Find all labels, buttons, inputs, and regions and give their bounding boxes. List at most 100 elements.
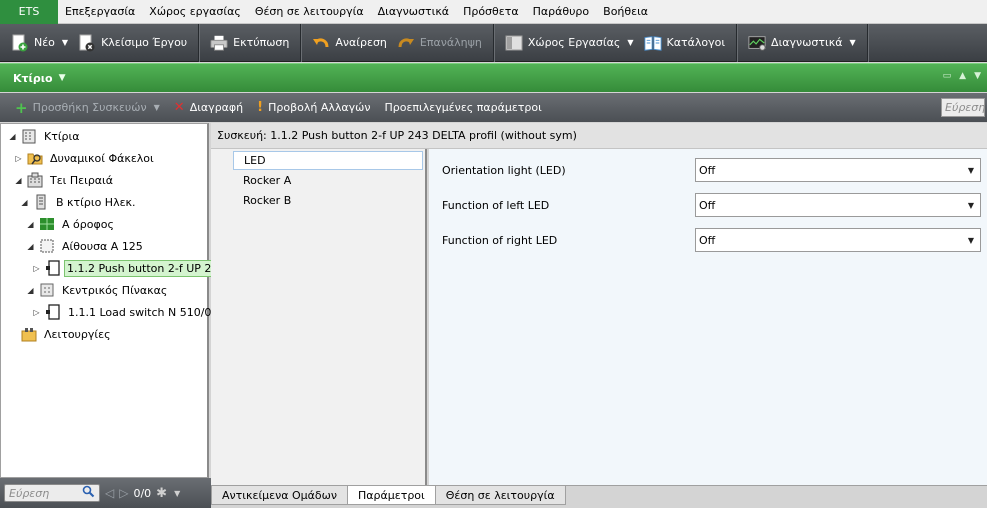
tree-item-label: 1.1.2 Push button 2-f UP 2... <box>64 259 225 277</box>
new-label: Νέο <box>34 36 55 49</box>
tree-item-device-1-1-2[interactable]: ▷ 1.1.2 Push button 2-f UP 2... <box>31 258 225 278</box>
expand-icon[interactable]: ▷ <box>13 154 24 163</box>
tab-parameters[interactable]: Παράμετροι <box>347 486 436 505</box>
workspace-button[interactable]: Χώρος Εργασίας ▼ <box>500 34 639 52</box>
tree-item-floor-a[interactable]: ◢ Α όροφος <box>25 214 118 234</box>
add-devices-button[interactable]: + Προσθήκη Συσκευών ▼ <box>10 99 165 117</box>
collapse-icon[interactable]: ◢ <box>19 198 30 207</box>
tree-item-device-1-1-1[interactable]: ▷ 1.1.1 Load switch N 510/02 <box>31 302 222 322</box>
panel-toolbar: + Προσθήκη Συσκευών ▼ ✕ Διαγραφή ! Προβο… <box>0 93 987 122</box>
collapse-icon[interactable]: ◢ <box>25 242 36 251</box>
undo-button[interactable]: Αναίρεση <box>307 34 392 52</box>
delete-label: Διαγραφή <box>189 101 244 114</box>
chevron-down-icon[interactable]: ▼ <box>59 73 66 83</box>
room-icon <box>39 238 55 254</box>
tree-item-main-panel[interactable]: ◢ Κεντρικός Πίνακας <box>25 280 171 300</box>
collapse-icon[interactable]: ◢ <box>25 286 36 295</box>
gear-icon[interactable]: ✱ <box>156 486 167 501</box>
search-result-count: 0/0 <box>133 486 152 500</box>
print-label: Εκτύπωση <box>233 36 290 49</box>
tree-item-label: Α όροφος <box>62 217 114 231</box>
toolbar-group-history: Αναίρεση Επανάληψη <box>301 23 494 62</box>
parameter-content: Orientation light (LED) Off ▼ Function o… <box>429 149 987 485</box>
toolbar-group-print: Εκτύπωση <box>199 23 302 62</box>
param-row-right-led: Function of right LED Off ▼ <box>442 228 981 252</box>
panel-search-input[interactable]: Εύρεση <box>941 98 985 117</box>
previous-result-icon[interactable]: ◁ <box>105 486 114 500</box>
chevron-down-icon[interactable]: ▼ <box>62 38 68 47</box>
delete-icon: ✕ <box>173 100 185 115</box>
toolbar-group-workspace: Χώρος Εργασίας ▼ Κατάλογοι <box>494 23 738 62</box>
collapse-icon[interactable]: ◢ <box>25 220 36 229</box>
chevron-down-icon[interactable]: ▼ <box>154 103 160 112</box>
catalogs-label: Κατάλογοι <box>666 36 726 49</box>
maximize-up-icon[interactable]: ▲ <box>959 71 966 81</box>
printer-icon <box>210 34 228 52</box>
tree-item-dynamic-folders[interactable]: ▷ Δυναμικοί Φάκελοι <box>13 148 158 168</box>
collapse-icon[interactable]: ◢ <box>13 176 24 185</box>
tab-commissioning[interactable]: Θέση σε λειτουργία <box>434 486 566 505</box>
param-label: Function of left LED <box>442 198 550 212</box>
restore-icon[interactable]: ▭ <box>943 71 952 81</box>
redo-button[interactable]: Επανάληψη <box>392 34 487 52</box>
menu-extras[interactable]: Πρόσθετα <box>456 0 526 24</box>
menu-diagnostics[interactable]: Διαγνωστικά <box>371 0 456 24</box>
workspace-icon <box>505 34 523 52</box>
chevron-down-icon[interactable]: ▼ <box>627 38 633 47</box>
menu-help[interactable]: Βοήθεια <box>596 0 655 24</box>
search-icon[interactable] <box>82 485 95 501</box>
panel-title[interactable]: Κτίριο <box>13 72 53 85</box>
tree-item-label: Κτίρια <box>44 129 80 143</box>
panel-window-controls: ▭ ▲ ▼ <box>943 71 981 81</box>
tree-item-tei-piraeus[interactable]: ◢ Τει Πειραιά <box>13 170 117 190</box>
redo-icon <box>397 34 415 52</box>
tab-group-objects[interactable]: Αντικείμενα Ομάδων <box>211 486 348 505</box>
building-panel-header: Κτίριο ▼ ▭ ▲ ▼ <box>0 63 987 92</box>
new-document-icon <box>11 34 29 52</box>
next-result-icon[interactable]: ▷ <box>119 486 128 500</box>
param-row-left-led: Function of left LED Off ▼ <box>442 193 981 217</box>
diagnostics-button[interactable]: Διαγνωστικά ▼ <box>743 34 861 52</box>
expand-icon[interactable]: ▷ <box>31 308 42 317</box>
param-group-rocker-a[interactable]: Rocker A <box>233 171 423 190</box>
tree-item-label: Τει Πειραιά <box>50 173 114 187</box>
param-group-led[interactable]: LED <box>233 151 423 170</box>
catalogs-button[interactable]: Κατάλογοι <box>639 34 731 52</box>
delete-button[interactable]: ✕ Διαγραφή <box>169 100 248 115</box>
tree-item-label: Αίθουσα Α 125 <box>62 239 143 253</box>
chevron-down-icon[interactable]: ▼ <box>849 38 855 47</box>
building-icon <box>27 172 43 188</box>
menu-commissioning[interactable]: Θέση σε λειτουργία <box>248 0 371 24</box>
tree-search-input[interactable]: Εύρεση <box>4 484 100 502</box>
tree-item-buildings[interactable]: ◢ Κτίρια <box>7 126 84 146</box>
show-changes-button[interactable]: ! Προβολή Αλλαγών <box>252 100 375 115</box>
ets-app-button[interactable]: ETS <box>0 0 58 24</box>
redo-label: Επανάληψη <box>419 36 482 49</box>
menu-edit[interactable]: Επεξεργασία <box>58 0 142 24</box>
close-document-icon <box>78 34 96 52</box>
param-group-rocker-b[interactable]: Rocker B <box>233 191 423 210</box>
new-project-button[interactable]: Νέο ▼ <box>6 34 73 52</box>
default-parameters-button[interactable]: Προεπιλεγμένες παράμετροι <box>379 101 546 114</box>
chevron-down-icon[interactable]: ▼ <box>174 489 180 498</box>
right-led-function-select[interactable]: Off ▼ <box>695 228 981 252</box>
undo-label: Αναίρεση <box>335 36 387 49</box>
default-params-label: Προεπιλεγμένες παράμετροι <box>384 101 542 114</box>
menu-window[interactable]: Παράθυρο <box>526 0 597 24</box>
tree-item-functions[interactable]: Λειτουργίες <box>21 324 115 344</box>
close-project-label: Κλείσιμο Έργου <box>101 36 188 49</box>
select-value: Off <box>699 163 716 177</box>
tree-item-room-a125[interactable]: ◢ Αίθουσα Α 125 <box>25 236 147 256</box>
diagnostics-label: Διαγνωστικά <box>771 36 843 49</box>
expand-icon[interactable]: ▷ <box>31 264 42 273</box>
orientation-light-select[interactable]: Off ▼ <box>695 158 981 182</box>
dynamic-folder-icon <box>27 150 43 166</box>
collapse-icon[interactable]: ◢ <box>7 132 18 141</box>
print-button[interactable]: Εκτύπωση <box>205 34 294 52</box>
distribution-board-icon <box>39 282 55 298</box>
menu-workspace[interactable]: Χώρος εργασίας <box>142 0 248 24</box>
left-led-function-select[interactable]: Off ▼ <box>695 193 981 217</box>
tree-item-building-b[interactable]: ◢ Β κτίριο Ηλεκ. <box>19 192 140 212</box>
minimize-down-icon[interactable]: ▼ <box>974 71 981 81</box>
close-project-button[interactable]: Κλείσιμο Έργου <box>73 34 192 52</box>
